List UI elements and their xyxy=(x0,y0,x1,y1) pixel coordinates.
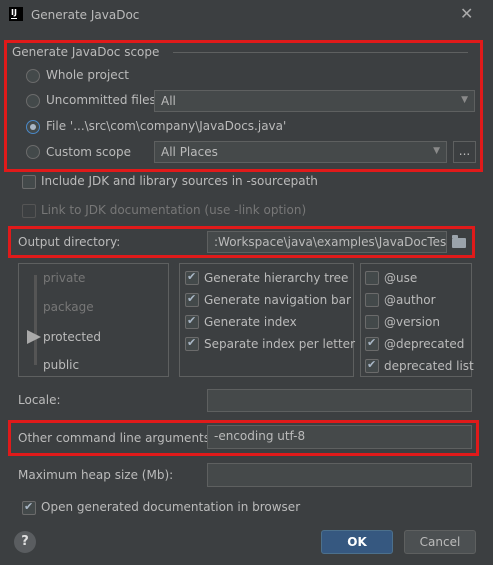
whole-project-label: Whole project xyxy=(46,68,129,82)
navigation-bar-checkbox[interactable] xyxy=(185,292,199,307)
other-args-label: Other command line arguments: xyxy=(18,431,215,445)
visibility-slider-track[interactable] xyxy=(34,275,37,365)
visibility-panel xyxy=(18,263,169,377)
visibility-slider-thumb[interactable] xyxy=(27,330,41,344)
file-scope-label: File '...\src\com\company\JavaDocs.java' xyxy=(46,119,287,133)
open-browser-checkbox[interactable] xyxy=(22,500,36,515)
output-directory-field[interactable]: :Workspace\java\examples\JavaDocTest\ xyxy=(207,231,447,253)
author-tag-label: @author xyxy=(384,293,436,307)
custom-combo-value: All Places xyxy=(161,145,218,159)
include-jdk-label: Include JDK and library sources in -sour… xyxy=(41,174,318,188)
output-directory-label: Output directory: xyxy=(18,235,121,249)
generate-index-checkbox[interactable] xyxy=(185,314,199,329)
visibility-private[interactable]: private xyxy=(43,271,85,285)
uncommitted-files-label: Uncommitted files xyxy=(46,93,156,107)
custom-scope-label: Custom scope xyxy=(46,145,131,159)
ok-button[interactable]: OK xyxy=(321,530,393,554)
window-title: Generate JavaDoc xyxy=(31,8,140,22)
hierarchy-tree-label: Generate hierarchy tree xyxy=(204,271,349,285)
file-radio[interactable] xyxy=(26,120,40,134)
deprecated-list-checkbox[interactable] xyxy=(365,358,379,373)
chevron-down-icon: ▼ xyxy=(461,95,468,105)
help-button[interactable]: ? xyxy=(14,531,36,553)
custom-scope-combo[interactable]: All Places ▼ xyxy=(154,141,447,163)
intellij-app-icon: IJ xyxy=(9,7,23,21)
other-args-field[interactable]: -encoding utf-8 xyxy=(207,425,472,449)
max-heap-field[interactable] xyxy=(207,463,472,487)
author-tag-checkbox[interactable] xyxy=(365,293,379,307)
max-heap-label: Maximum heap size (Mb): xyxy=(18,468,174,482)
locale-label: Locale: xyxy=(18,393,61,407)
version-tag-checkbox[interactable] xyxy=(365,315,379,329)
uncommitted-files-radio[interactable] xyxy=(26,94,40,108)
locale-field[interactable] xyxy=(207,389,472,412)
generate-index-label: Generate index xyxy=(204,315,297,329)
visibility-public[interactable]: public xyxy=(43,358,79,372)
close-icon[interactable]: ✕ xyxy=(460,4,473,23)
include-jdk-checkbox[interactable] xyxy=(22,175,36,189)
browse-scope-button[interactable]: ... xyxy=(453,141,476,163)
scope-group-divider xyxy=(173,52,468,53)
separate-index-label: Separate index per letter xyxy=(204,337,355,351)
custom-scope-radio[interactable] xyxy=(26,145,40,159)
whole-project-radio[interactable] xyxy=(26,69,40,83)
uncommitted-files-combo[interactable]: All ▼ xyxy=(154,90,475,112)
use-tag-checkbox[interactable] xyxy=(365,271,379,285)
link-jdk-checkbox[interactable] xyxy=(22,204,36,218)
deprecated-tag-checkbox[interactable] xyxy=(365,336,379,351)
navigation-bar-label: Generate navigation bar xyxy=(204,293,351,307)
use-tag-label: @use xyxy=(384,271,418,285)
open-browser-label: Open generated documentation in browser xyxy=(41,500,301,514)
version-tag-label: @version xyxy=(384,315,440,329)
link-jdk-label: Link to JDK documentation (use -link opt… xyxy=(41,203,307,217)
deprecated-tag-label: @deprecated xyxy=(384,337,465,351)
deprecated-list-label: deprecated list xyxy=(384,359,474,373)
folder-icon[interactable] xyxy=(452,235,466,248)
visibility-protected[interactable]: protected xyxy=(43,330,101,344)
cancel-button[interactable]: Cancel xyxy=(404,530,476,554)
separate-index-checkbox[interactable] xyxy=(185,336,199,351)
chevron-down-icon: ▼ xyxy=(433,146,440,156)
title-bar: IJ Generate JavaDoc ✕ xyxy=(0,0,493,34)
uncommitted-combo-value: All xyxy=(161,94,176,108)
visibility-package[interactable]: package xyxy=(43,300,94,314)
hierarchy-tree-checkbox[interactable] xyxy=(185,270,199,285)
scope-group-title: Generate JavaDoc scope xyxy=(12,45,160,59)
